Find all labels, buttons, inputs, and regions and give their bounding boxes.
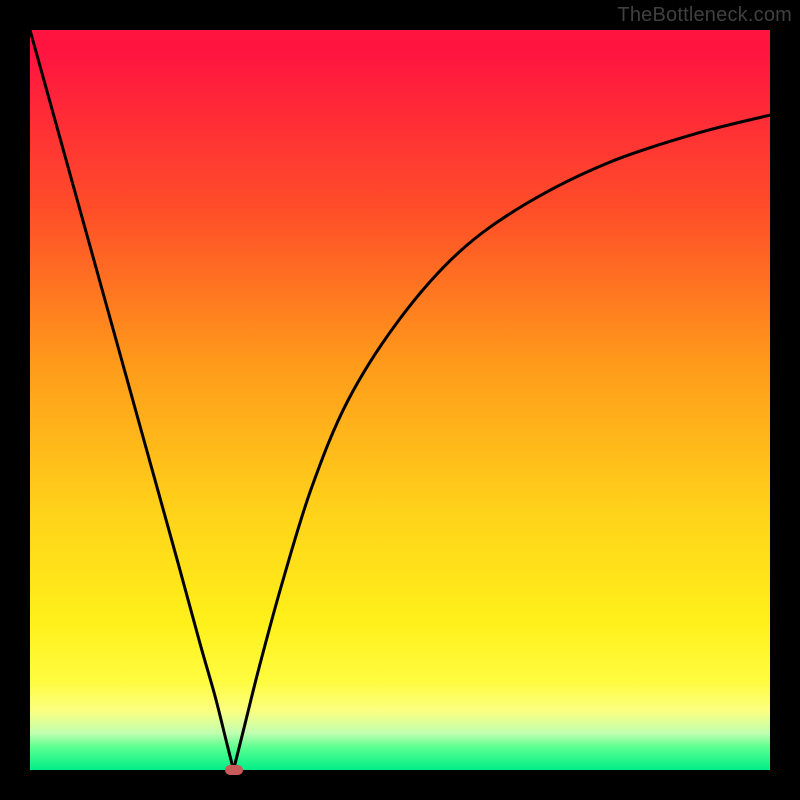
curve-right-branch xyxy=(234,115,771,770)
plot-area xyxy=(30,30,770,770)
curve-left-branch xyxy=(30,30,234,770)
curve-svg xyxy=(30,30,770,770)
minimum-marker xyxy=(225,765,243,775)
watermark-text: TheBottleneck.com xyxy=(617,4,792,27)
chart-frame: TheBottleneck.com xyxy=(0,0,800,800)
